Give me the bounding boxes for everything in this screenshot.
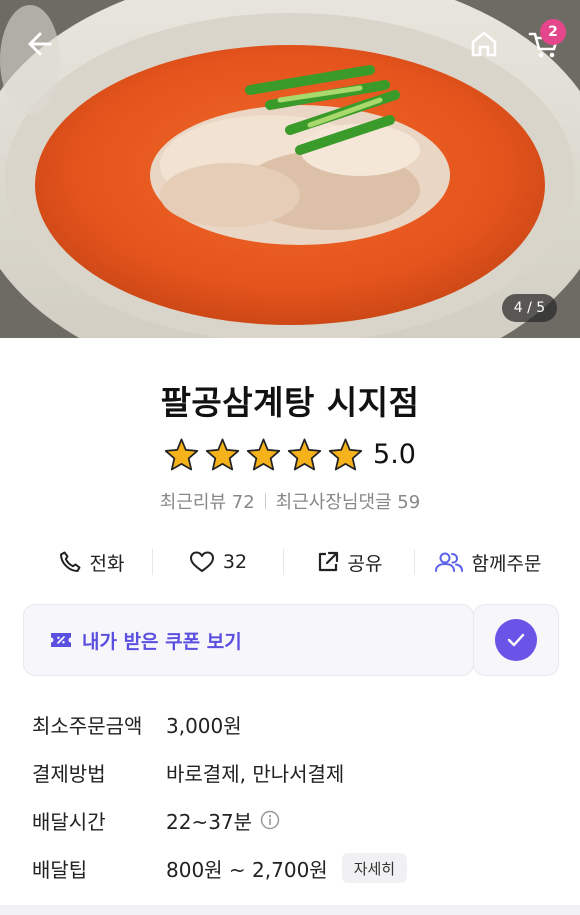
info-value: 3,000원 xyxy=(166,713,242,738)
review-summary[interactable]: 최근리뷰 72 최근사장님댓글 59 xyxy=(0,488,580,514)
coupon-check-button[interactable] xyxy=(473,604,559,676)
star-icon xyxy=(205,438,240,470)
check-circle xyxy=(495,619,537,661)
info-row-delivery-tip: 배달팁 800원 ~ 2,700원 자세히 xyxy=(32,844,552,892)
my-coupons-button[interactable]: 내가 받은 쿠폰 보기 xyxy=(23,604,474,676)
like-button[interactable]: 32 xyxy=(153,540,283,584)
call-label: 전화 xyxy=(89,552,125,575)
divider xyxy=(264,493,266,509)
star-icon xyxy=(246,438,281,470)
star-icon xyxy=(287,438,322,470)
info-label: 결제방법 xyxy=(32,761,106,786)
info-label: 배달팁 xyxy=(32,857,88,882)
phone-icon xyxy=(59,551,81,572)
store-info: 최소주문금액 3,000원 결제방법 바로결제, 만나서결제 배달시간 22~3… xyxy=(32,700,552,892)
rating-stars xyxy=(164,438,363,471)
info-value-wrap: 800원 ~ 2,700원 자세히 xyxy=(166,853,408,883)
info-label: 배달시간 xyxy=(32,809,106,834)
info-value: 바로결제, 만나서결제 xyxy=(166,761,345,786)
info-label: 최소주문금액 xyxy=(32,713,143,738)
home-icon xyxy=(471,31,497,57)
group-order-label: 함께주문 xyxy=(471,552,542,575)
rating-value: 5.0 xyxy=(373,438,416,470)
info-icon[interactable] xyxy=(260,810,280,830)
info-value-wrap: 22~37분 xyxy=(166,806,280,835)
delivery-tip-detail-button[interactable]: 자세히 xyxy=(341,853,408,883)
coupon-icon xyxy=(51,633,71,647)
group-icon xyxy=(434,552,463,572)
share-label: 공유 xyxy=(347,552,383,575)
arrow-left-icon xyxy=(28,32,52,56)
share-icon xyxy=(318,551,338,572)
info-row-payment: 결제방법 바로결제, 만나서결제 xyxy=(32,748,552,796)
store-actions: 전화 32 공유 함께주문 xyxy=(30,540,560,584)
store-name: 팔공삼계탕 시지점 xyxy=(160,383,420,422)
cart-count-badge: 2 xyxy=(540,19,566,45)
star-icon xyxy=(328,438,363,470)
info-row-min-order: 최소주문금액 3,000원 xyxy=(32,700,552,748)
call-button[interactable]: 전화 xyxy=(30,540,152,584)
owner-replies-link[interactable]: 최근사장님댓글 59 xyxy=(276,488,421,514)
star-icon xyxy=(164,438,199,470)
store-hero-image[interactable]: 2 4 / 5 xyxy=(0,0,580,338)
like-count: 32 xyxy=(222,551,248,573)
rating-row[interactable]: 5.0 xyxy=(0,434,580,474)
share-button[interactable]: 공유 xyxy=(284,540,414,584)
coupon-label: 내가 받은 쿠폰 보기 xyxy=(82,630,242,653)
section-divider xyxy=(0,905,580,915)
info-value: 22~37분 xyxy=(166,809,253,834)
back-button[interactable] xyxy=(20,26,56,62)
info-value: 800원 ~ 2,700원 xyxy=(166,857,328,882)
heart-icon xyxy=(189,551,214,572)
info-row-delivery-time: 배달시간 22~37분 xyxy=(32,796,552,844)
check-icon xyxy=(507,633,525,647)
recent-reviews-link[interactable]: 최근리뷰 72 xyxy=(160,488,255,514)
home-button[interactable] xyxy=(466,26,502,62)
group-order-button[interactable]: 함께주문 xyxy=(415,540,560,584)
photo-page-indicator: 4 / 5 xyxy=(502,294,557,322)
